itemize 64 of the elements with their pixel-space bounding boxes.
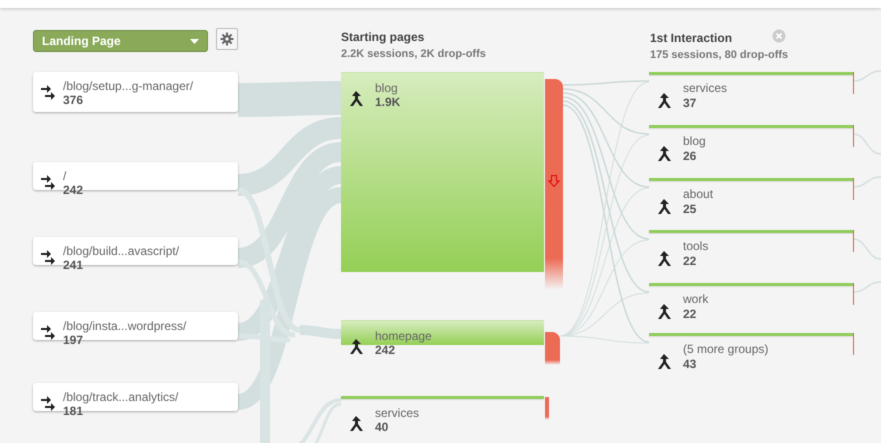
page-node[interactable] bbox=[341, 320, 544, 345]
landing-node[interactable] bbox=[33, 72, 238, 112]
node-label: services bbox=[683, 82, 728, 95]
node-count: 242 bbox=[375, 344, 396, 357]
merge-icon bbox=[658, 93, 671, 108]
page-node[interactable] bbox=[649, 283, 853, 286]
node-label: work bbox=[683, 293, 708, 306]
page-node[interactable] bbox=[341, 396, 544, 399]
drop-off-bar bbox=[545, 397, 549, 420]
settings-icon bbox=[220, 32, 234, 46]
page-node[interactable] bbox=[341, 72, 544, 272]
node-label: blog bbox=[683, 135, 706, 148]
merge-icon bbox=[658, 251, 671, 266]
node-count: 26 bbox=[683, 150, 696, 163]
node-label: blog bbox=[375, 82, 398, 95]
merge-icon bbox=[658, 304, 671, 319]
column-title: 1st Interaction bbox=[650, 30, 732, 47]
node-count: 1.9K bbox=[375, 96, 400, 109]
entrance-icon bbox=[41, 174, 55, 190]
close-icon bbox=[772, 29, 786, 43]
page-node[interactable] bbox=[649, 125, 853, 128]
drop-off-bar bbox=[545, 332, 560, 365]
node-label: /blog/setup...g-manager/ bbox=[63, 80, 194, 93]
merge-icon bbox=[658, 354, 671, 369]
node-count: 242 bbox=[63, 184, 84, 197]
page-node[interactable] bbox=[649, 333, 853, 336]
node-count: 22 bbox=[683, 308, 696, 321]
node-count: 37 bbox=[683, 97, 696, 110]
node-count: 181 bbox=[63, 405, 84, 418]
node-count: 40 bbox=[375, 421, 388, 434]
node-count: 22 bbox=[683, 255, 696, 268]
node-label: homepage bbox=[375, 330, 432, 343]
node-label: /blog/insta...wordpress/ bbox=[63, 320, 186, 333]
column-title: Starting pages bbox=[341, 29, 424, 46]
node-label: about bbox=[683, 188, 714, 201]
page-node[interactable] bbox=[649, 178, 853, 181]
node-label: tools bbox=[683, 240, 708, 253]
node-label: (5 more groups) bbox=[683, 343, 768, 356]
node-count: 43 bbox=[683, 358, 696, 371]
merge-icon bbox=[350, 339, 363, 354]
entrance-icon bbox=[41, 249, 55, 265]
page-node[interactable] bbox=[649, 72, 853, 75]
merge-icon bbox=[350, 416, 363, 431]
settings-button[interactable] bbox=[216, 28, 238, 50]
node-count: 197 bbox=[63, 334, 84, 347]
merge-icon bbox=[658, 146, 671, 161]
entrance-icon bbox=[41, 395, 55, 411]
entrance-icon bbox=[41, 84, 55, 100]
merge-icon bbox=[350, 91, 363, 106]
entrance-icon bbox=[41, 324, 55, 340]
node-count: 25 bbox=[683, 203, 696, 216]
column-summary: 2.2K sessions, 2K drop-offs bbox=[341, 47, 486, 62]
node-count: 376 bbox=[63, 94, 84, 107]
caret-icon bbox=[190, 38, 199, 44]
page-node[interactable] bbox=[649, 230, 853, 233]
merge-icon bbox=[658, 199, 671, 214]
node-label: / bbox=[63, 170, 66, 183]
node-label: services bbox=[375, 407, 420, 420]
column-summary: 175 sessions, 80 drop-offs bbox=[650, 48, 788, 63]
down-arrow-icon bbox=[548, 175, 560, 187]
dimension-dropdown[interactable]: Landing Page bbox=[33, 30, 208, 52]
node-label: /blog/track...analytics/ bbox=[63, 391, 178, 404]
node-count: 241 bbox=[63, 259, 84, 272]
node-label: /blog/build...avascript/ bbox=[63, 245, 180, 258]
